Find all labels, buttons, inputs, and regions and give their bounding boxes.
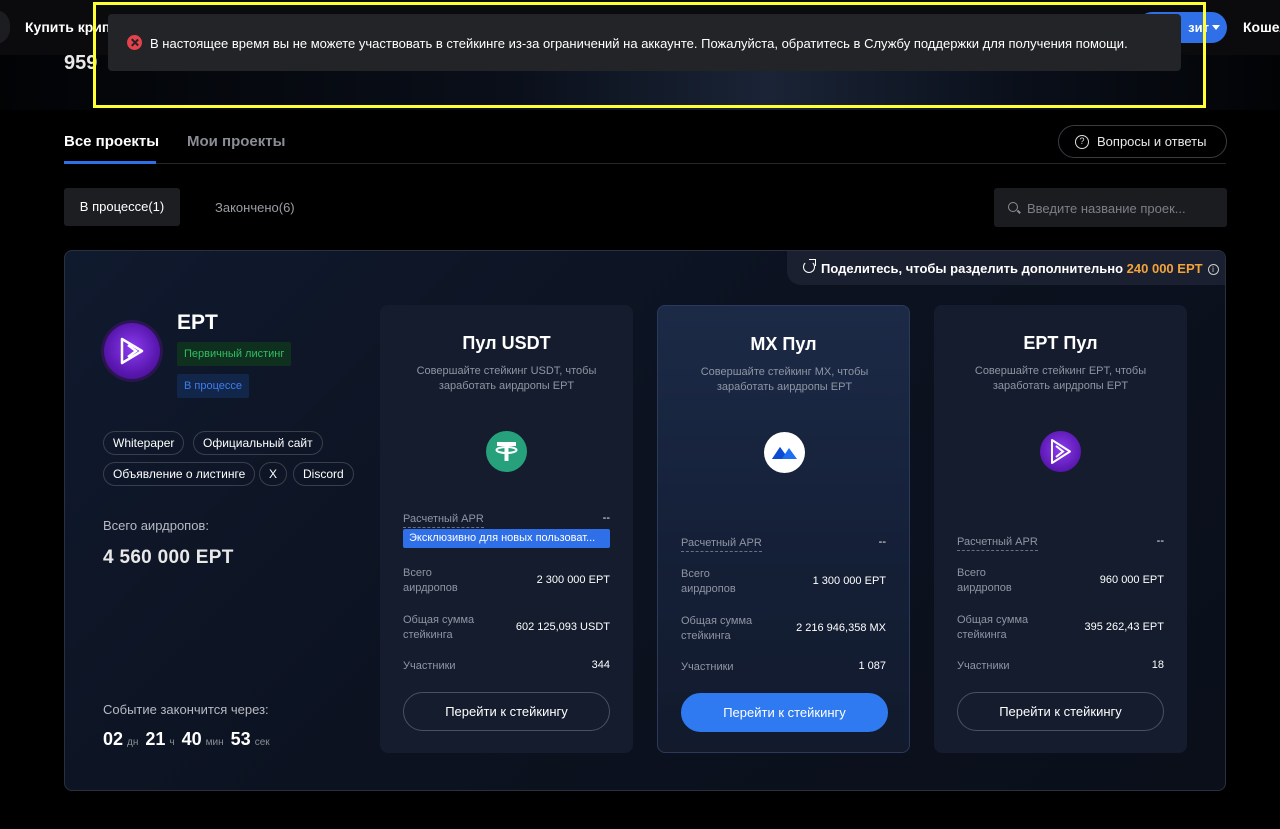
- countdown: 02 дн 21 ч 40 мин 53 сек: [103, 729, 277, 750]
- staked-value: 602 125,093 USDT: [515, 621, 610, 633]
- apr-label[interactable]: Расчетный APR: [681, 536, 762, 552]
- staked-label: Общая сумма стейкинга: [681, 615, 753, 642]
- go-staking-button[interactable]: Перейти к стейкингу: [681, 693, 888, 732]
- pool-title: EPT Пул: [1023, 333, 1098, 353]
- pool-title: Пул USDT: [462, 333, 551, 353]
- airdrops-value: 2 300 000 EPT: [536, 574, 610, 586]
- participants-value: 18: [1151, 659, 1164, 671]
- pool-card-ept: EPT Пул Совершайте стейкинг EPT, чтобы з…: [934, 305, 1187, 753]
- question-icon: ?: [1075, 135, 1089, 149]
- participants-value: 344: [591, 659, 610, 671]
- apr-label[interactable]: Расчетный APR: [957, 535, 1038, 551]
- airdrops-value: 960 000 EPT: [1099, 574, 1164, 586]
- active-tab-indicator: [64, 161, 156, 164]
- subtab-in-progress[interactable]: В процессе(1): [64, 188, 180, 226]
- badge-in-progress: В процессе: [177, 374, 249, 398]
- search-input[interactable]: [1027, 198, 1217, 218]
- project-name: EPT: [177, 311, 218, 334]
- tab-all-projects[interactable]: Все проекты: [64, 133, 159, 150]
- airdrops-value: 1 300 000 EPT: [812, 575, 886, 587]
- faq-label: Вопросы и ответы: [1097, 134, 1207, 149]
- staked-label: Общая сумма стейкинга: [957, 614, 1029, 641]
- subtab-finished[interactable]: Закончено(6): [215, 200, 295, 215]
- countdown-mins-unit: мин: [205, 737, 224, 748]
- countdown-secs: 53: [230, 729, 251, 749]
- staked-value: 2 216 946,358 MX: [796, 622, 886, 634]
- highlight-frame: [93, 2, 1206, 108]
- staked-value: 395 262,43 EPT: [1084, 621, 1164, 633]
- participants-label: Участники: [957, 660, 1010, 672]
- countdown-hours: 21: [145, 729, 166, 749]
- pool-card-mx: MX Пул Совершайте стейкинг MX, чтобы зар…: [657, 305, 910, 753]
- link-listing-announcement[interactable]: Объявление о листинге: [103, 462, 256, 486]
- share-label: Поделитесь, чтобы разделить дополнительн…: [821, 261, 1124, 276]
- airdrops-label: Всего аирдропов: [957, 567, 1012, 594]
- airdrops-label: Всего аирдропов: [403, 567, 458, 594]
- info-icon[interactable]: i: [1207, 264, 1219, 275]
- countdown-days: 02: [103, 729, 124, 749]
- apr-label[interactable]: Расчетный APR: [403, 512, 484, 528]
- participants-label: Участники: [681, 661, 734, 673]
- pool-description: Совершайте стейкинг MX, чтобы заработать…: [700, 366, 869, 393]
- go-staking-button[interactable]: Перейти к стейкингу: [403, 692, 610, 731]
- share-amount: 240 000 EPT: [1126, 261, 1203, 276]
- countdown-secs-unit: сек: [254, 737, 270, 748]
- project-panel: Поделитесь, чтобы разделить дополнительн…: [64, 250, 1226, 791]
- link-x[interactable]: X: [259, 462, 288, 486]
- nav-back-pill[interactable]: [0, 10, 10, 44]
- link-whitepaper[interactable]: Whitepaper: [103, 431, 185, 455]
- nav-wallet[interactable]: Кошел: [1243, 19, 1280, 35]
- apr-value: --: [878, 536, 886, 548]
- usdt-icon: [486, 431, 527, 472]
- total-airdrops-value: 4 560 000 EPT: [103, 547, 234, 568]
- participants-value: 1 087: [858, 660, 886, 672]
- faq-button[interactable]: ? Вопросы и ответы: [1058, 125, 1227, 158]
- countdown-days-unit: дн: [127, 737, 139, 748]
- mx-icon: [764, 432, 805, 473]
- search-icon: [1008, 202, 1018, 212]
- badge-primary-listing: Первичный листинг: [177, 342, 292, 366]
- participants-label: Участники: [403, 660, 456, 672]
- ends-label: Событие закончится через:: [103, 702, 269, 717]
- link-official-site[interactable]: Официальный сайт: [193, 431, 323, 455]
- exclusive-badge: Эксклюзивно для новых пользоват...: [403, 529, 610, 548]
- ept-logo: [104, 323, 160, 379]
- share-banner[interactable]: Поделитесь, чтобы разделить дополнительн…: [787, 251, 1225, 285]
- apr-value: --: [602, 512, 610, 524]
- airdrops-label: Всего аирдропов: [681, 568, 736, 595]
- tabs-divider: [64, 163, 1226, 164]
- total-airdrops-label: Всего аирдропов:: [103, 518, 209, 533]
- countdown-mins: 40: [181, 729, 202, 749]
- pool-title: MX Пул: [750, 334, 817, 354]
- pool-card-usdt: Пул USDT Совершайте стейкинг USDT, чтобы…: [380, 305, 633, 753]
- ept-icon: [1040, 431, 1081, 472]
- apr-value: --: [1156, 535, 1164, 547]
- chevron-down-icon: [1212, 25, 1220, 30]
- share-text: Поделитесь, чтобы разделить дополнительн…: [821, 261, 1219, 276]
- share-icon: [803, 259, 816, 273]
- go-staking-button[interactable]: Перейти к стейкингу: [957, 692, 1164, 731]
- pool-description: Совершайте стейкинг USDT, чтобы заработа…: [416, 365, 597, 392]
- tab-my-projects[interactable]: Мои проекты: [187, 133, 285, 150]
- staked-label: Общая сумма стейкинга: [403, 614, 475, 641]
- pool-description: Совершайте стейкинг EPT, чтобы заработат…: [974, 365, 1147, 392]
- link-discord[interactable]: Discord: [293, 462, 354, 486]
- countdown-hours-unit: ч: [169, 737, 175, 748]
- project-search: [994, 188, 1227, 227]
